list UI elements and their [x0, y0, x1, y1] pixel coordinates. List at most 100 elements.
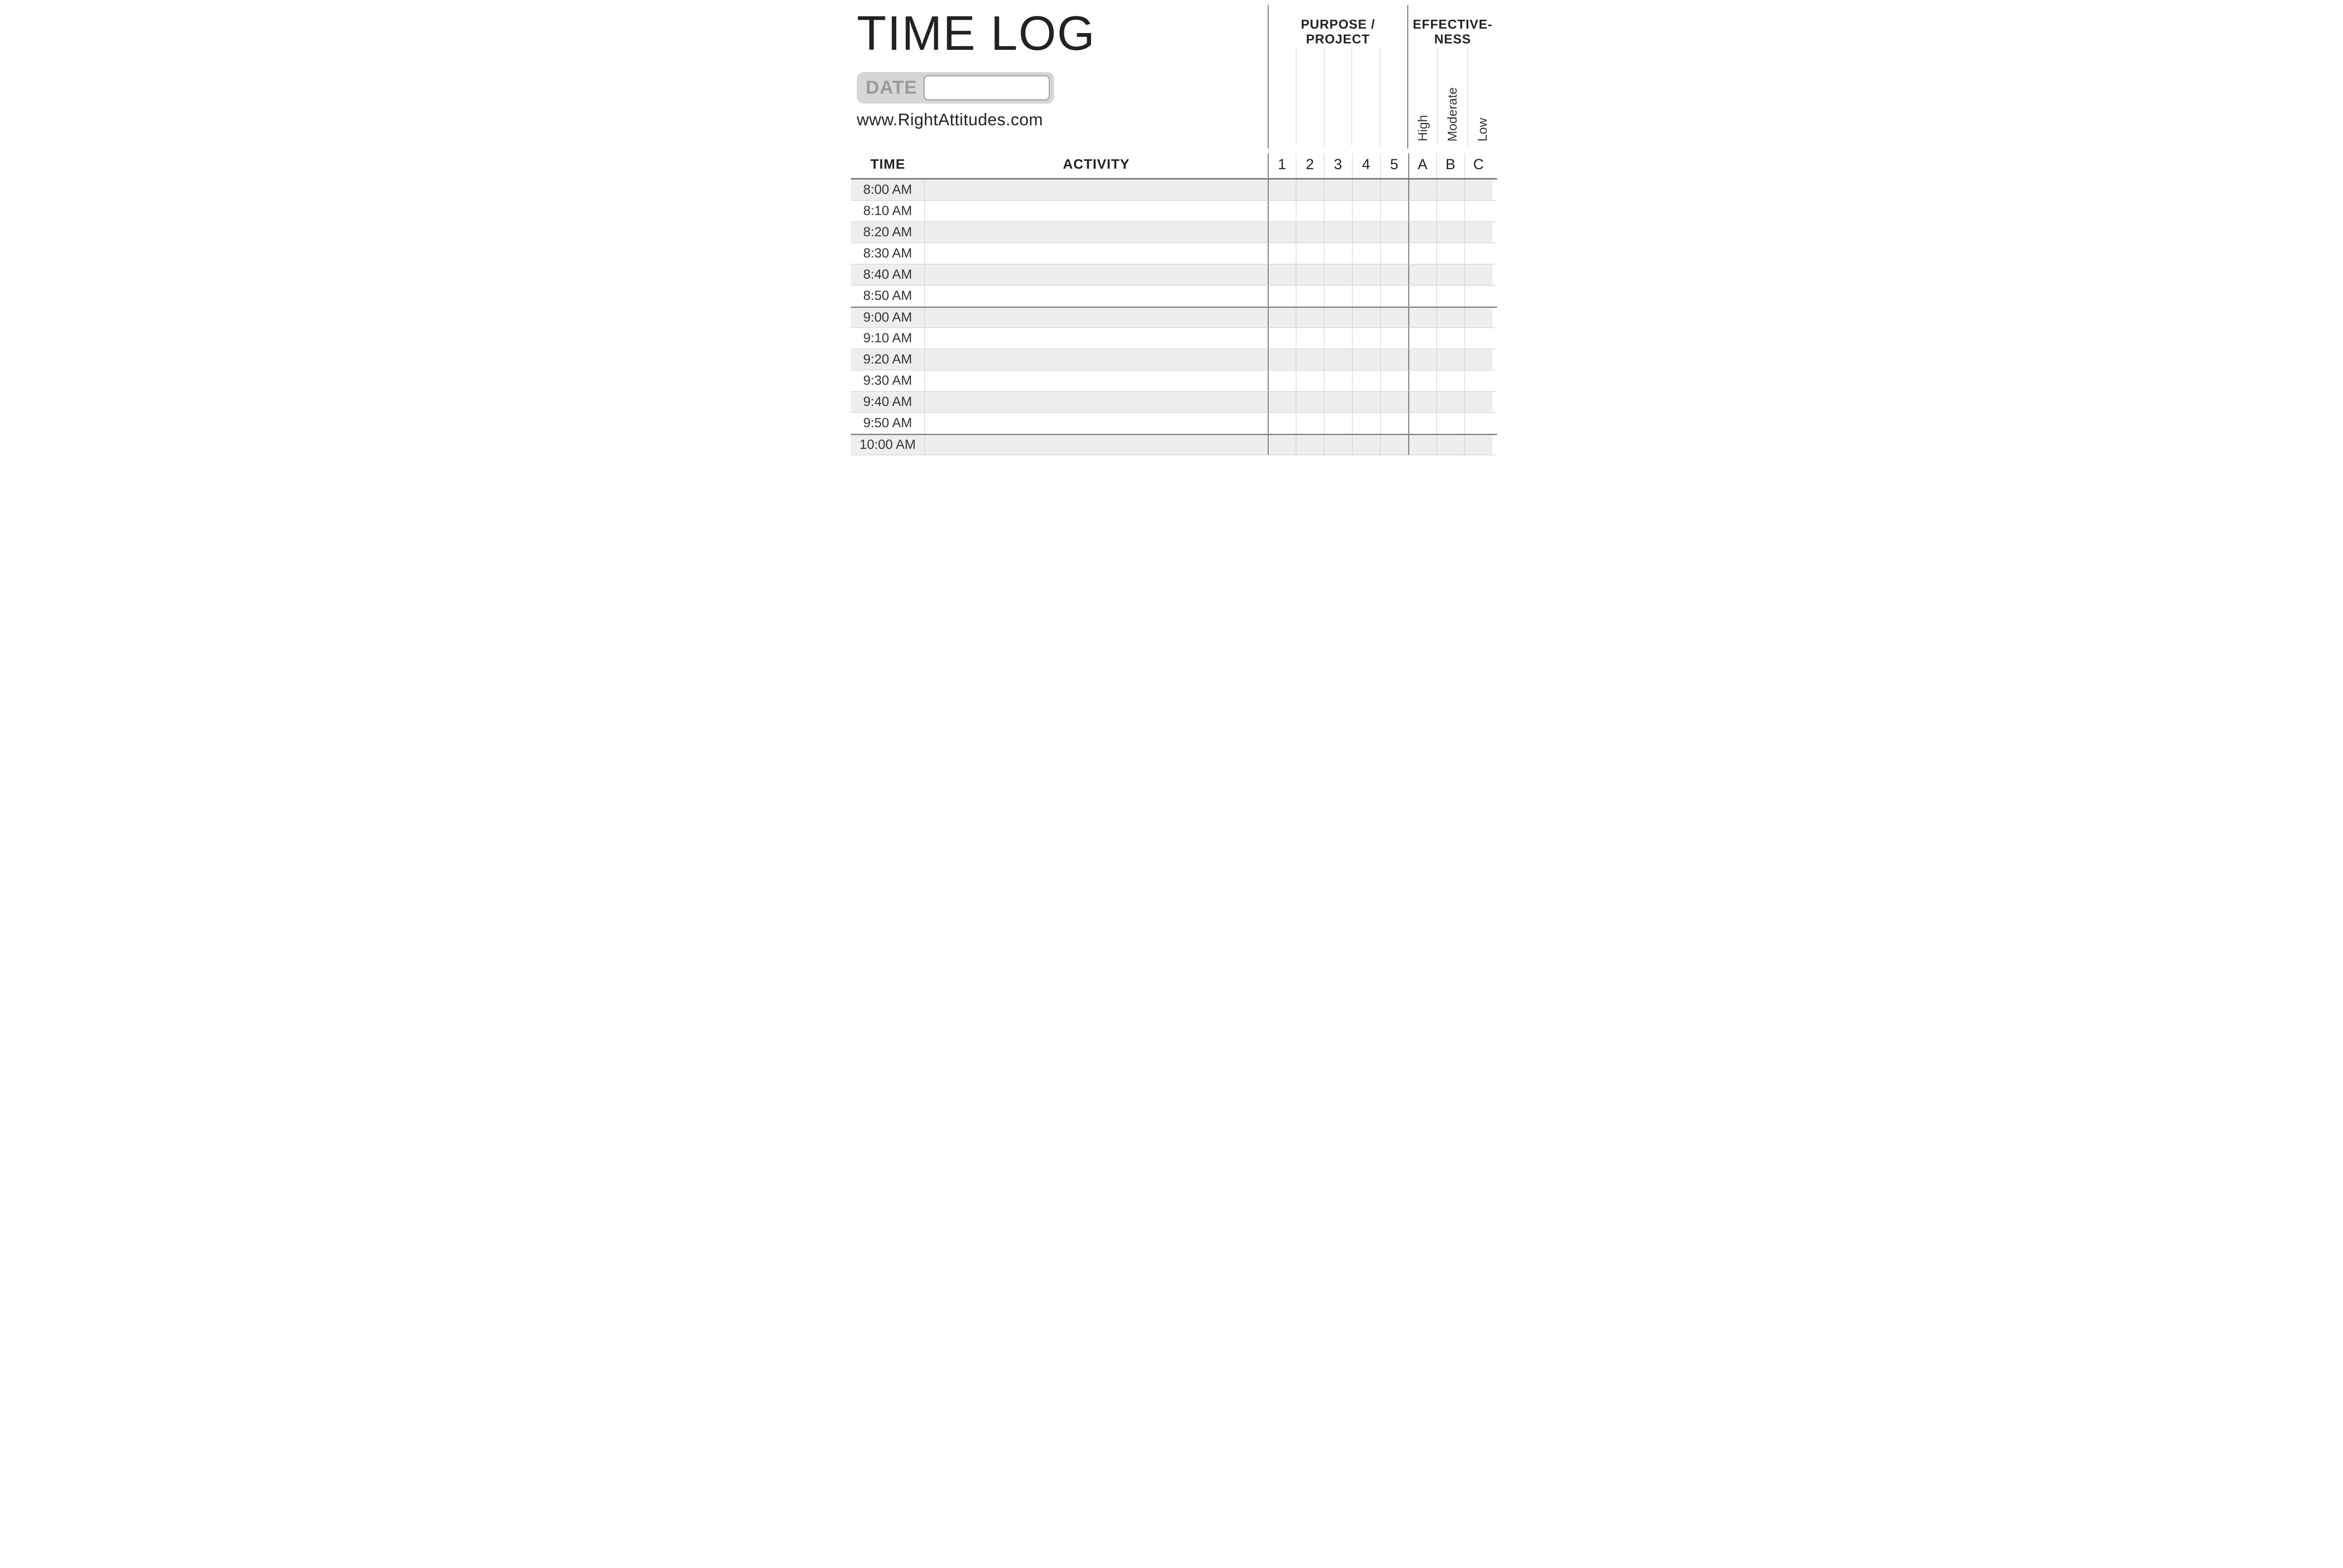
activity-cell[interactable]	[925, 264, 1268, 285]
purpose-cell[interactable]	[1296, 222, 1324, 243]
effectiveness-cell[interactable]	[1464, 308, 1493, 328]
effectiveness-cell[interactable]	[1436, 435, 1464, 455]
date-input[interactable]	[923, 75, 1050, 101]
effectiveness-cell[interactable]	[1464, 328, 1493, 349]
purpose-cell[interactable]	[1380, 349, 1408, 370]
effectiveness-cell[interactable]	[1436, 222, 1464, 243]
purpose-cell[interactable]	[1268, 180, 1296, 200]
effectiveness-cell[interactable]	[1436, 413, 1464, 434]
effectiveness-cell[interactable]	[1464, 286, 1493, 306]
activity-cell[interactable]	[925, 413, 1268, 434]
effectiveness-cell[interactable]	[1436, 243, 1464, 264]
purpose-cell[interactable]	[1380, 286, 1408, 306]
purpose-cell[interactable]	[1352, 286, 1380, 306]
purpose-cell[interactable]	[1380, 308, 1408, 328]
effectiveness-cell[interactable]	[1408, 413, 1436, 434]
effectiveness-cell[interactable]	[1408, 243, 1436, 264]
purpose-cell[interactable]	[1324, 435, 1352, 455]
activity-cell[interactable]	[925, 392, 1268, 412]
effectiveness-cell[interactable]	[1464, 264, 1493, 285]
purpose-cell[interactable]	[1268, 243, 1296, 264]
purpose-cell[interactable]	[1296, 392, 1324, 412]
purpose-cell[interactable]	[1352, 349, 1380, 370]
effectiveness-cell[interactable]	[1436, 180, 1464, 200]
purpose-cell[interactable]	[1352, 413, 1380, 434]
purpose-cell[interactable]	[1380, 201, 1408, 221]
purpose-cell[interactable]	[1352, 308, 1380, 328]
effectiveness-cell[interactable]	[1408, 222, 1436, 243]
effectiveness-cell[interactable]	[1408, 370, 1436, 391]
effectiveness-cell[interactable]	[1436, 264, 1464, 285]
purpose-cell[interactable]	[1268, 349, 1296, 370]
effectiveness-cell[interactable]	[1464, 180, 1493, 200]
activity-cell[interactable]	[925, 328, 1268, 349]
purpose-cell[interactable]	[1380, 264, 1408, 285]
purpose-cell[interactable]	[1268, 413, 1296, 434]
activity-cell[interactable]	[925, 201, 1268, 221]
purpose-cell[interactable]	[1380, 435, 1408, 455]
purpose-cell[interactable]	[1296, 308, 1324, 328]
effectiveness-cell[interactable]	[1464, 413, 1493, 434]
effectiveness-cell[interactable]	[1464, 201, 1493, 221]
purpose-cell[interactable]	[1352, 264, 1380, 285]
purpose-cell[interactable]	[1380, 328, 1408, 349]
effectiveness-cell[interactable]	[1464, 349, 1493, 370]
effectiveness-cell[interactable]	[1408, 349, 1436, 370]
effectiveness-cell[interactable]	[1408, 201, 1436, 221]
purpose-cell[interactable]	[1352, 392, 1380, 412]
effectiveness-cell[interactable]	[1464, 243, 1493, 264]
purpose-cell[interactable]	[1324, 392, 1352, 412]
purpose-cell[interactable]	[1296, 370, 1324, 391]
effectiveness-cell[interactable]	[1408, 328, 1436, 349]
effectiveness-cell[interactable]	[1436, 286, 1464, 306]
purpose-cell[interactable]	[1324, 180, 1352, 200]
purpose-cell[interactable]	[1296, 180, 1324, 200]
purpose-cell[interactable]	[1268, 308, 1296, 328]
activity-cell[interactable]	[925, 243, 1268, 264]
effectiveness-cell[interactable]	[1464, 392, 1493, 412]
purpose-cell[interactable]	[1324, 243, 1352, 264]
effectiveness-cell[interactable]	[1436, 370, 1464, 391]
purpose-cell[interactable]	[1324, 222, 1352, 243]
purpose-cell[interactable]	[1352, 180, 1380, 200]
purpose-cell[interactable]	[1352, 328, 1380, 349]
purpose-cell[interactable]	[1296, 349, 1324, 370]
purpose-cell[interactable]	[1380, 222, 1408, 243]
effectiveness-cell[interactable]	[1436, 201, 1464, 221]
purpose-cell[interactable]	[1324, 349, 1352, 370]
purpose-cell[interactable]	[1268, 392, 1296, 412]
purpose-cell[interactable]	[1324, 370, 1352, 391]
purpose-cell[interactable]	[1324, 286, 1352, 306]
effectiveness-cell[interactable]	[1408, 180, 1436, 200]
purpose-cell[interactable]	[1296, 413, 1324, 434]
purpose-cell[interactable]	[1380, 370, 1408, 391]
activity-cell[interactable]	[925, 349, 1268, 370]
purpose-cell[interactable]	[1296, 328, 1324, 349]
effectiveness-cell[interactable]	[1408, 392, 1436, 412]
purpose-cell[interactable]	[1380, 392, 1408, 412]
purpose-cell[interactable]	[1352, 370, 1380, 391]
activity-cell[interactable]	[925, 370, 1268, 391]
purpose-cell[interactable]	[1324, 308, 1352, 328]
purpose-cell[interactable]	[1268, 286, 1296, 306]
effectiveness-cell[interactable]	[1464, 370, 1493, 391]
effectiveness-cell[interactable]	[1464, 435, 1493, 455]
effectiveness-cell[interactable]	[1408, 286, 1436, 306]
effectiveness-cell[interactable]	[1436, 308, 1464, 328]
activity-cell[interactable]	[925, 435, 1268, 455]
activity-cell[interactable]	[925, 180, 1268, 200]
purpose-cell[interactable]	[1296, 243, 1324, 264]
purpose-cell[interactable]	[1380, 180, 1408, 200]
purpose-cell[interactable]	[1380, 413, 1408, 434]
activity-cell[interactable]	[925, 222, 1268, 243]
effectiveness-cell[interactable]	[1436, 349, 1464, 370]
effectiveness-cell[interactable]	[1408, 435, 1436, 455]
purpose-cell[interactable]	[1268, 222, 1296, 243]
purpose-cell[interactable]	[1296, 201, 1324, 221]
activity-cell[interactable]	[925, 286, 1268, 306]
purpose-cell[interactable]	[1380, 243, 1408, 264]
purpose-cell[interactable]	[1268, 328, 1296, 349]
purpose-cell[interactable]	[1296, 286, 1324, 306]
purpose-cell[interactable]	[1324, 201, 1352, 221]
effectiveness-cell[interactable]	[1408, 264, 1436, 285]
